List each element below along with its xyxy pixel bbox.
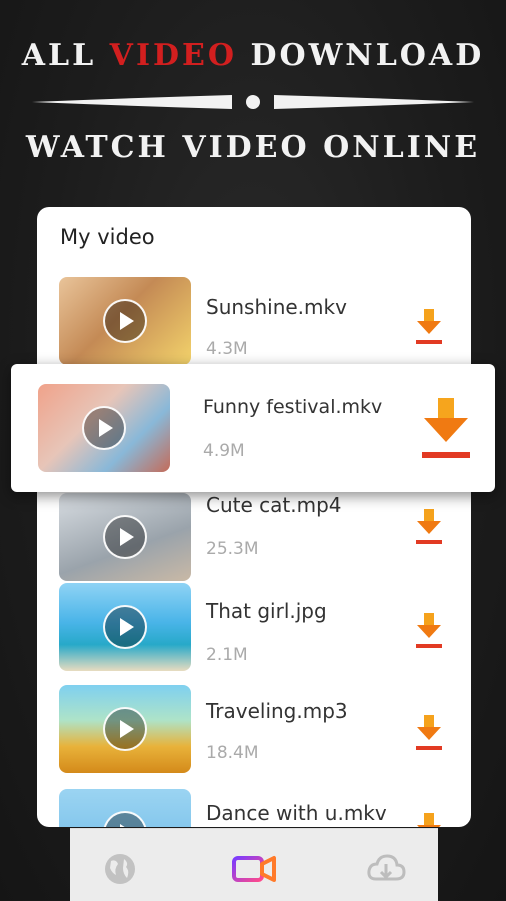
my-video-card: My video Sunshine.mkv 4.3M Cute cat.mp4 … [37,207,471,827]
video-name: Cute cat.mp4 [206,493,342,517]
video-name: Funny festival.mkv [203,396,383,418]
play-icon[interactable] [103,811,147,827]
video-name: Sunshine.mkv [206,295,347,319]
video-thumbnail[interactable] [59,277,191,365]
decorative-divider [32,95,474,109]
video-thumbnail[interactable] [59,685,191,773]
play-icon[interactable] [103,707,147,751]
headline-watch-video-online: WATCH VIDEO ONLINE [25,130,481,165]
bottom-nav-bar [70,828,438,901]
globe-icon[interactable] [102,851,138,887]
headline-all-video-download: ALL VIDEO DOWNLOAD [0,38,506,73]
video-name: That girl.jpg [206,599,327,623]
download-icon-large[interactable] [421,398,471,460]
download-icon[interactable] [415,715,443,751]
download-icon[interactable] [415,813,443,827]
cloud-download-icon[interactable] [366,851,406,887]
video-size: 4.9M [203,441,245,461]
video-row[interactable]: Sunshine.mkv 4.3M [37,275,471,367]
featured-video-row[interactable]: Funny festival.mkv 4.9M [11,364,495,492]
video-thumbnail[interactable] [59,583,191,671]
headline-part: ALL [21,38,110,73]
video-size: 25.3M [206,539,259,559]
download-icon[interactable] [415,509,443,545]
video-size: 4.3M [206,339,248,359]
video-thumbnail[interactable] [59,493,191,581]
video-row[interactable]: Cute cat.mp4 25.3M [37,489,471,581]
video-row[interactable]: That girl.jpg 2.1M [37,583,471,675]
video-thumbnail[interactable] [38,384,170,472]
play-icon[interactable] [103,299,147,343]
video-size: 2.1M [206,645,248,665]
play-icon[interactable] [82,406,126,450]
download-icon[interactable] [415,309,443,345]
video-name: Dance with u.mkv [206,801,387,825]
play-icon[interactable] [103,605,147,649]
video-row[interactable]: Dance with u.mkv [37,789,471,827]
download-icon[interactable] [415,613,443,649]
video-size: 18.4M [206,743,259,763]
video-row[interactable]: Traveling.mp3 18.4M [37,685,471,777]
headline-part: DOWNLOAD [237,38,485,73]
headline-accent: VIDEO [109,38,237,73]
video-thumbnail[interactable] [59,789,191,827]
card-title: My video [60,225,155,249]
play-icon[interactable] [103,515,147,559]
video-name: Traveling.mp3 [206,699,348,723]
video-camera-icon[interactable] [232,851,276,887]
